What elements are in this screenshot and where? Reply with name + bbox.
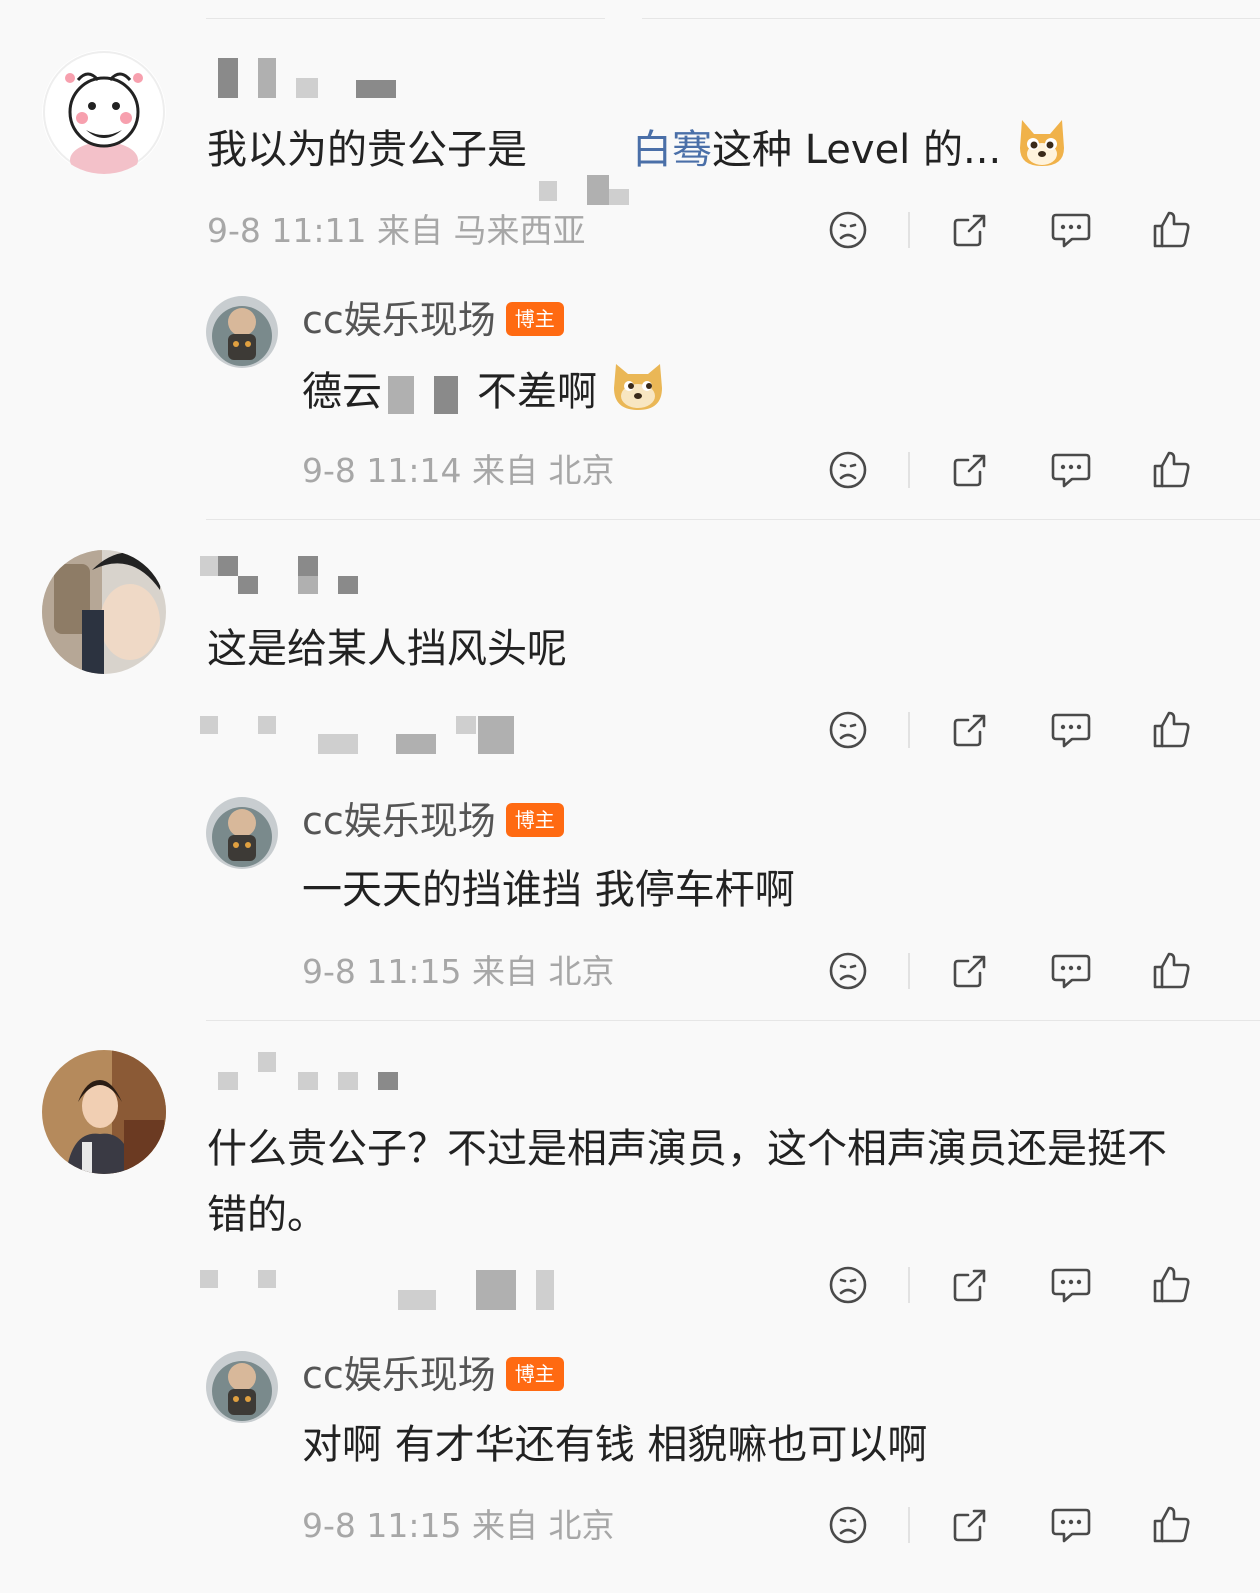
action-bar bbox=[820, 700, 1220, 760]
share-icon[interactable] bbox=[940, 941, 1000, 1001]
like-icon[interactable] bbox=[1142, 1255, 1202, 1315]
blogger-badge: 博主 bbox=[505, 301, 564, 336]
like-icon[interactable] bbox=[1142, 200, 1202, 260]
divider bbox=[908, 1507, 910, 1543]
share-icon[interactable] bbox=[940, 1495, 1000, 1555]
comment-text: 什么贵公子？不过是相声演员，这个相声演员还是挺不错的。 bbox=[207, 1126, 1167, 1238]
comment-icon[interactable] bbox=[1041, 200, 1101, 260]
comment-divider bbox=[206, 519, 1260, 520]
dislike-icon[interactable] bbox=[818, 700, 878, 760]
dislike-icon[interactable] bbox=[818, 200, 878, 260]
action-bar bbox=[820, 1495, 1220, 1555]
blogger-name[interactable]: cc娱乐现场 博主 bbox=[302, 1351, 564, 1399]
user-avatar[interactable] bbox=[42, 50, 166, 174]
comment-icon[interactable] bbox=[1041, 1495, 1101, 1555]
reply-text: 对啊 有才华还有钱 相貌嘛也可以啊 bbox=[302, 1422, 928, 1468]
action-bar bbox=[820, 1255, 1220, 1315]
comment-icon[interactable] bbox=[1041, 700, 1101, 760]
like-icon[interactable] bbox=[1142, 440, 1202, 500]
blogger-badge: 博主 bbox=[505, 1356, 564, 1391]
dislike-icon[interactable] bbox=[818, 440, 878, 500]
action-bar bbox=[820, 440, 1220, 500]
blogger-avatar[interactable] bbox=[206, 797, 278, 869]
blogger-name[interactable]: cc娱乐现场 博主 bbox=[302, 797, 564, 845]
dislike-icon[interactable] bbox=[818, 1255, 878, 1315]
dog-emoji-icon bbox=[1014, 114, 1070, 190]
like-icon[interactable] bbox=[1142, 700, 1202, 760]
comment-text: 我以为的贵公子是 白骞这种 Level 的... bbox=[207, 114, 1070, 205]
divider bbox=[908, 212, 910, 248]
comment-text: 这是给某人挡风头呢 bbox=[207, 626, 567, 672]
divider bbox=[908, 712, 910, 748]
doge-emoji-icon bbox=[610, 356, 666, 432]
comment-divider bbox=[206, 1020, 1260, 1021]
dislike-icon[interactable] bbox=[818, 1495, 878, 1555]
action-bar bbox=[820, 941, 1220, 1001]
divider bbox=[908, 953, 910, 989]
comment-meta: 9-8 11:11 来自 马来西亚 bbox=[207, 211, 586, 250]
dislike-icon[interactable] bbox=[818, 941, 878, 1001]
blogger-avatar[interactable] bbox=[206, 296, 278, 368]
divider bbox=[908, 1267, 910, 1303]
user-avatar[interactable] bbox=[42, 550, 166, 674]
comment-icon[interactable] bbox=[1041, 941, 1101, 1001]
divider bbox=[908, 452, 910, 488]
reply-meta: 9-8 11:15 来自 北京 bbox=[302, 1506, 615, 1545]
mention-link[interactable]: 白骞 bbox=[632, 127, 712, 173]
blogger-badge: 博主 bbox=[505, 802, 564, 837]
blogger-avatar[interactable] bbox=[206, 1351, 278, 1423]
like-icon[interactable] bbox=[1142, 1495, 1202, 1555]
like-icon[interactable] bbox=[1142, 941, 1202, 1001]
reply-text: 一天天的挡谁挡 我停车杆啊 bbox=[302, 867, 795, 913]
blogger-name[interactable]: cc娱乐现场 博主 bbox=[302, 296, 564, 344]
reply-meta: 9-8 11:14 来自 北京 bbox=[302, 451, 615, 490]
comment-icon[interactable] bbox=[1041, 1255, 1101, 1315]
user-avatar[interactable] bbox=[42, 1050, 166, 1174]
top-divider bbox=[206, 18, 605, 19]
reply-meta: 9-8 11:15 来自 北京 bbox=[302, 952, 615, 991]
action-bar bbox=[820, 200, 1220, 260]
comment-icon[interactable] bbox=[1041, 440, 1101, 500]
top-divider-2 bbox=[642, 18, 1260, 19]
share-icon[interactable] bbox=[940, 700, 1000, 760]
share-icon[interactable] bbox=[940, 200, 1000, 260]
share-icon[interactable] bbox=[940, 440, 1000, 500]
share-icon[interactable] bbox=[940, 1255, 1000, 1315]
reply-text: 德云 不差啊 bbox=[302, 356, 666, 432]
